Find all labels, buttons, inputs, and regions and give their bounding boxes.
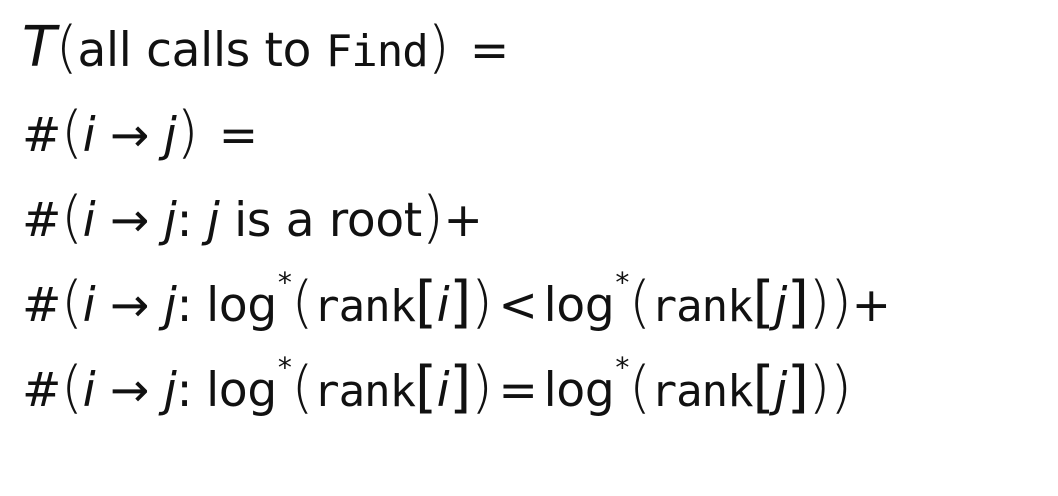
star-superscript: * xyxy=(615,351,630,384)
log-function: log xyxy=(543,363,615,418)
colon: : xyxy=(176,193,207,248)
open-bracket: [ xyxy=(752,355,775,420)
close-paren: ) xyxy=(470,270,493,335)
equals-sign: = xyxy=(498,363,538,418)
rank-array: rank xyxy=(650,366,754,417)
close-parens: )) xyxy=(808,270,852,335)
close-paren: ) xyxy=(427,15,450,80)
variable-i: i xyxy=(82,108,96,163)
star-superscript: * xyxy=(615,266,630,299)
close-parens: )) xyxy=(808,355,852,420)
open-bracket: [ xyxy=(752,270,775,335)
log-function: log xyxy=(206,363,277,418)
hash-sign: # xyxy=(22,193,62,248)
variable-j: j xyxy=(206,193,220,248)
plus-sign: + xyxy=(443,193,483,248)
hash-sign: # xyxy=(22,108,62,163)
variable-j: j xyxy=(163,363,177,418)
equals-sign: = xyxy=(455,23,510,78)
close-bracket: ] xyxy=(786,270,809,335)
rank-array: rank xyxy=(650,281,754,332)
hash-sign: # xyxy=(22,278,62,333)
formula-line-total-find-time: T(all calls to Find) = xyxy=(22,20,515,76)
arrow: → xyxy=(95,278,164,333)
open-bracket: [ xyxy=(415,270,437,335)
formula-line-log-star-less: #(i → j: log*(rank[i]) < log*(rank[j]))+ xyxy=(22,269,891,333)
open-paren: ( xyxy=(61,185,83,250)
star-superscript: * xyxy=(277,266,292,299)
variable-i: i xyxy=(436,363,450,418)
close-paren: ) xyxy=(421,185,444,250)
variable-i: i xyxy=(82,278,96,333)
arrow: → xyxy=(95,193,164,248)
log-function: log xyxy=(543,278,615,333)
close-paren: ) xyxy=(176,100,199,165)
less-than-sign: < xyxy=(498,278,538,333)
open-paren: ( xyxy=(629,355,651,420)
log-function: log xyxy=(206,278,277,333)
variable-i: i xyxy=(82,193,96,248)
open-paren: ( xyxy=(291,270,314,335)
open-bracket: [ xyxy=(415,355,437,420)
phrase-is-a-root: is a root xyxy=(219,193,422,248)
open-paren: ( xyxy=(291,355,314,420)
close-paren: ) xyxy=(470,355,493,420)
colon: : xyxy=(176,363,193,418)
arrow: → xyxy=(95,108,164,163)
rank-array: rank xyxy=(313,281,416,332)
formula-line-log-star-equal: #(i → j: log*(rank[i]) = log*(rank[j])) xyxy=(22,354,852,418)
function-name-find: Find xyxy=(325,26,429,77)
variable-j: j xyxy=(774,363,787,418)
open-paren: ( xyxy=(629,270,651,335)
formula-line-count-edges: #(i → j) = xyxy=(22,105,264,161)
symbol-T: T xyxy=(22,15,56,80)
close-bracket: ] xyxy=(449,355,471,420)
open-paren: ( xyxy=(61,270,83,335)
close-bracket: ] xyxy=(786,355,809,420)
colon: : xyxy=(176,278,193,333)
variable-i: i xyxy=(82,363,96,418)
equals-sign: = xyxy=(204,108,258,163)
open-paren: ( xyxy=(61,355,83,420)
arrow: → xyxy=(95,363,164,418)
variable-j: j xyxy=(774,278,787,333)
phrase-all-calls-to: all calls to xyxy=(77,23,326,78)
open-paren: ( xyxy=(55,15,78,80)
variable-i: i xyxy=(436,278,450,333)
star-superscript: * xyxy=(277,351,292,384)
rank-array: rank xyxy=(313,366,416,417)
formula-line-root-edges: #(i → j: j is a root)+ xyxy=(22,190,483,246)
hash-sign: # xyxy=(22,363,62,418)
plus-sign: + xyxy=(851,278,891,333)
open-paren: ( xyxy=(61,100,83,165)
variable-j: j xyxy=(163,108,177,163)
close-bracket: ] xyxy=(449,270,471,335)
variable-j: j xyxy=(163,193,177,248)
variable-j: j xyxy=(163,278,177,333)
